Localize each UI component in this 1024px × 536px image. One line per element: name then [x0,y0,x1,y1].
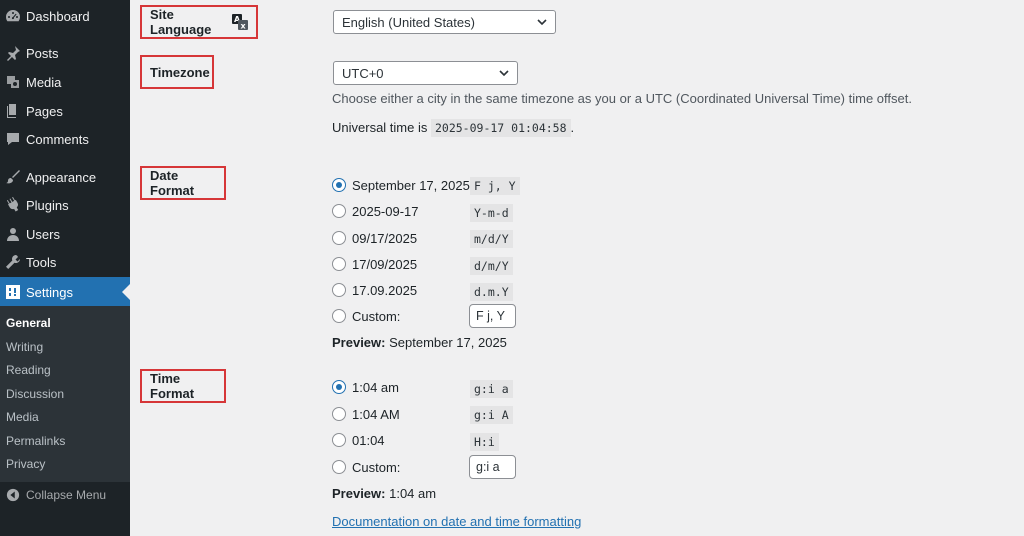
settings-submenu: General Writing Reading Discussion Media… [0,306,130,482]
radio-button[interactable] [332,407,346,421]
format-code: F j, Y [470,177,520,195]
admin-sidebar: Dashboard Posts Media Pages Comments App… [0,0,130,536]
timezone-label: Timezone [140,55,214,89]
sidebar-item-settings[interactable]: Settings [0,277,130,307]
radio-button[interactable] [332,460,346,474]
wrench-icon [0,254,26,270]
custom-time-format-input[interactable] [469,455,516,479]
paintbrush-icon [0,169,26,185]
universal-time-value: 2025-09-17 01:04:58 [430,119,571,137]
format-code: d.m.Y [470,283,513,301]
svg-text:x: x [241,22,247,31]
radio-button[interactable] [332,283,346,297]
comments-icon [0,131,26,147]
site-language-select[interactable]: English (United States) [333,10,556,34]
universal-time: Universal time is 2025-09-17 01:04:58. [332,119,575,137]
format-code: m/d/Y [470,230,513,248]
collapse-menu-button[interactable]: Collapse Menu [0,482,130,508]
custom-date-format-input[interactable] [469,304,516,328]
media-icon [0,74,26,90]
sidebar-item-pages[interactable]: Pages [0,96,130,126]
sidebar-item-label: Comments [26,131,89,147]
radio-button[interactable] [332,257,346,271]
date-format-label: Date Format [140,166,226,200]
format-code: g:i a [470,380,513,398]
date-format-option[interactable]: 17.09.2025 [332,280,417,300]
sidebar-item-appearance[interactable]: Appearance [0,162,130,192]
timezone-description: Choose either a city in the same timezon… [332,91,912,106]
submenu-item-general[interactable]: General [6,316,51,330]
submenu-item-writing[interactable]: Writing [6,340,43,354]
time-format-preview: Preview: 1:04 am [332,486,437,501]
sidebar-item-tools[interactable]: Tools [0,247,130,277]
format-code: d/m/Y [470,257,513,275]
time-format-label: Time Format [140,369,226,403]
sidebar-item-plugins[interactable]: Plugins [0,190,130,220]
radio-button[interactable] [332,204,346,218]
sidebar-item-label: Pages [26,103,63,119]
translation-icon: Ax [232,14,248,30]
plugin-icon [0,197,26,213]
sidebar-item-label: Dashboard [26,8,90,24]
chevron-down-icon [537,19,547,26]
sidebar-item-media[interactable]: Media [0,67,130,97]
users-icon [0,226,26,242]
sidebar-item-label: Settings [26,284,73,300]
format-code: H:i [470,433,499,451]
submenu-item-reading[interactable]: Reading [6,363,51,377]
time-format-custom-option[interactable]: Custom: [332,457,400,477]
sidebar-item-label: Appearance [26,169,97,185]
submenu-item-discussion[interactable]: Discussion [6,387,64,401]
radio-button[interactable] [332,380,346,394]
link-suffix: . [568,514,572,529]
sidebar-item-label: Plugins [26,197,69,213]
date-format-option[interactable]: 17/09/2025 [332,254,417,274]
radio-button[interactable] [332,231,346,245]
sidebar-item-dashboard[interactable]: Dashboard [0,1,130,31]
chevron-down-icon [499,70,509,77]
settings-icon [0,284,26,300]
collapse-icon [0,488,26,502]
radio-button[interactable] [332,178,346,192]
time-format-option[interactable]: 1:04 am [332,377,399,397]
date-format-custom-option[interactable]: Custom: [332,306,400,326]
sidebar-item-label: Tools [26,254,57,270]
sidebar-item-posts[interactable]: Posts [0,38,130,68]
time-format-option[interactable]: 01:04 [332,430,385,450]
time-format-option[interactable]: 1:04 AM [332,404,400,424]
submenu-item-media[interactable]: Media [6,410,39,424]
date-format-preview: Preview: September 17, 2025 [332,335,507,350]
sidebar-item-comments[interactable]: Comments [0,124,130,154]
date-format-option[interactable]: 09/17/2025 [332,228,417,248]
sidebar-item-label: Media [26,74,62,90]
format-code: g:i A [470,406,513,424]
radio-button[interactable] [332,309,346,323]
submenu-item-privacy[interactable]: Privacy [6,457,45,471]
sidebar-item-label: Posts [26,45,59,61]
format-code: Y-m-d [470,204,513,222]
date-format-option[interactable]: September 17, 2025 [332,175,470,195]
date-format-option[interactable]: 2025-09-17 [332,201,419,221]
submenu-item-permalinks[interactable]: Permalinks [6,434,65,448]
pages-icon [0,103,26,119]
site-language-label: Site Language Ax [140,5,258,39]
radio-button[interactable] [332,433,346,447]
collapse-label: Collapse Menu [26,488,107,502]
documentation-link[interactable]: Documentation on date and time formattin… [332,514,581,529]
sidebar-item-label: Users [26,226,60,242]
sidebar-item-users[interactable]: Users [0,219,130,249]
dashboard-icon [0,8,26,24]
timezone-select[interactable]: UTC+0 [333,61,518,85]
pin-icon [0,45,26,61]
